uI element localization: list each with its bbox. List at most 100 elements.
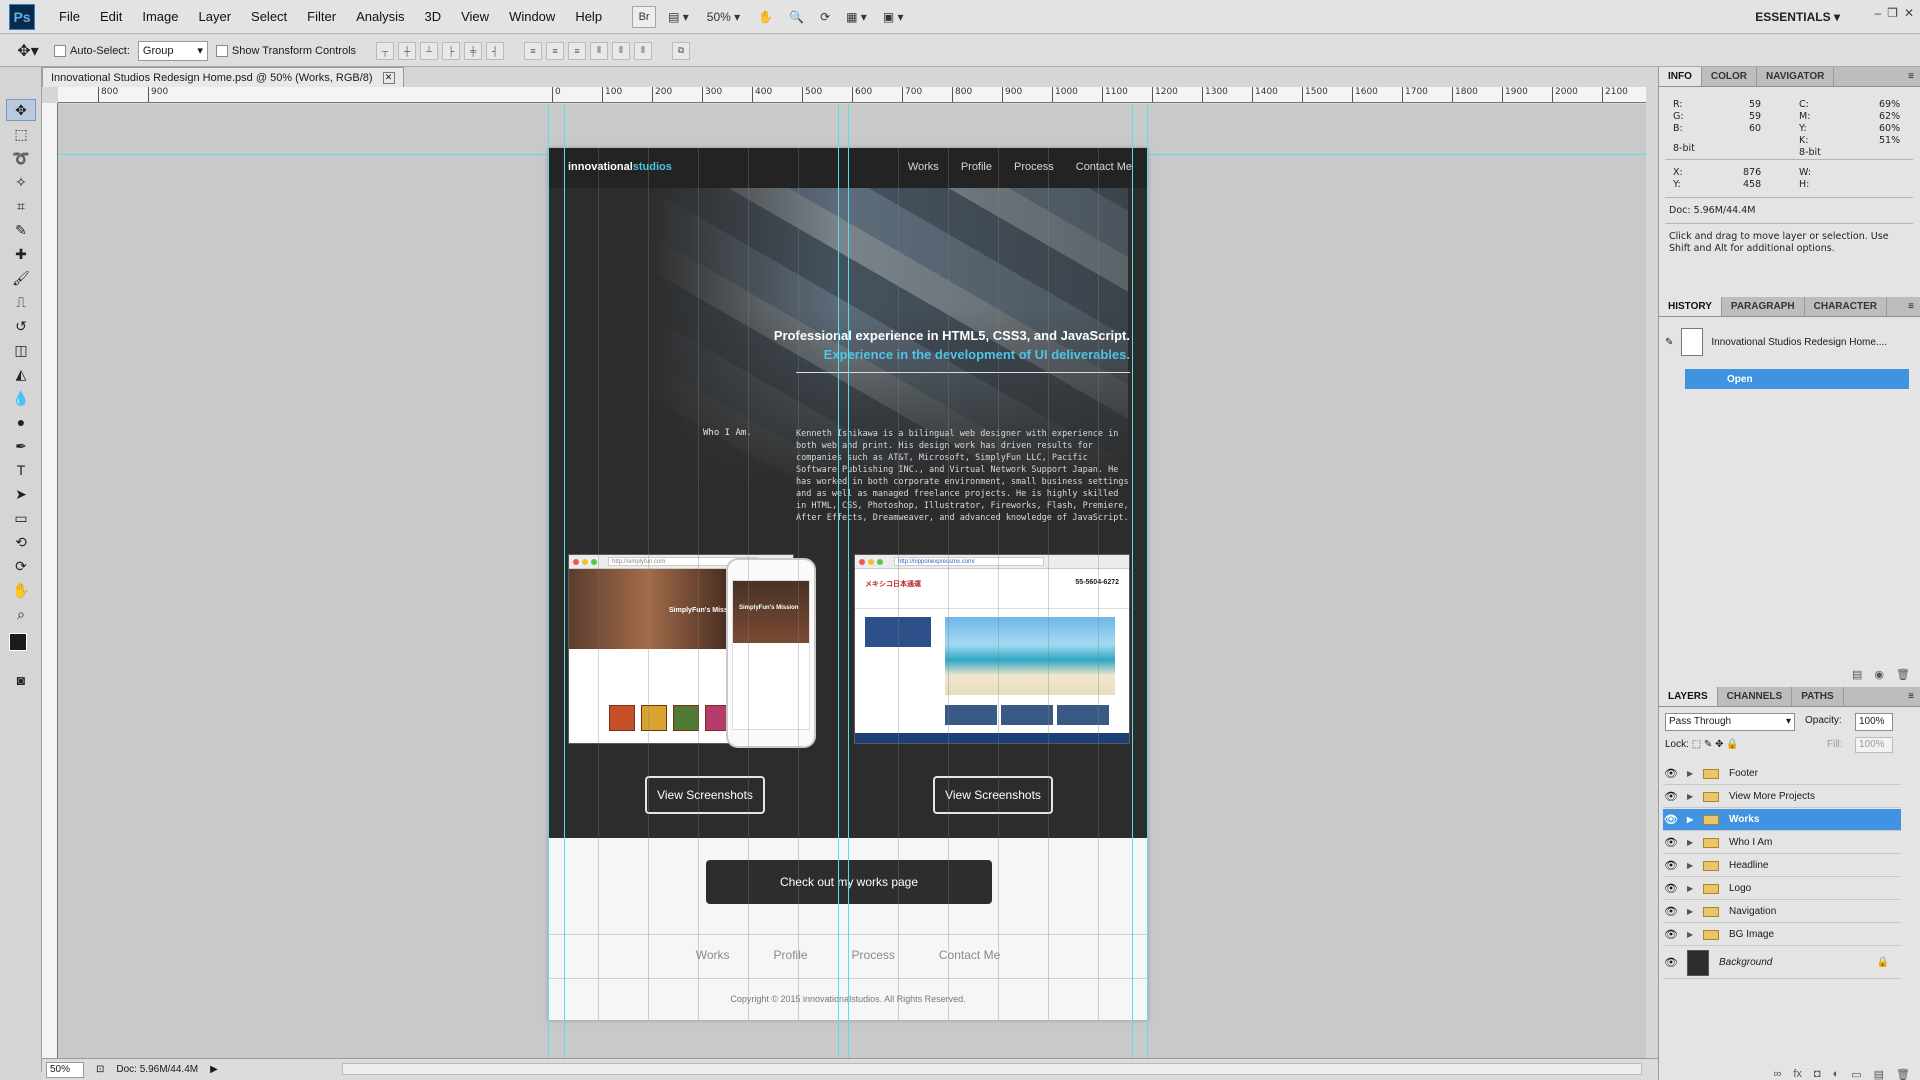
crop-tool-icon[interactable]: ⌗ bbox=[6, 195, 36, 217]
move-tool-preset-icon[interactable]: ✥▾ bbox=[10, 39, 46, 63]
visibility-eye-icon[interactable]: 👁 bbox=[1663, 905, 1679, 918]
zoom-tool-icon[interactable]: 🔍 bbox=[785, 6, 808, 28]
hand-tool-icon[interactable]: ✋ bbox=[754, 6, 777, 28]
clone-stamp-icon[interactable]: ⎍ bbox=[6, 291, 36, 313]
view-screenshots-button-1[interactable]: View Screenshots bbox=[645, 776, 765, 814]
site-nav-contact[interactable]: Contact Me bbox=[1076, 161, 1132, 173]
lock-image-icon[interactable]: ✎ bbox=[1704, 739, 1712, 750]
zoom-level-menu[interactable]: 50% ▾ bbox=[701, 6, 746, 28]
guide-vertical[interactable] bbox=[848, 104, 849, 1058]
layer-row-logo[interactable]: 👁 ▶ Logo bbox=[1663, 878, 1901, 900]
expand-arrow-icon[interactable]: ▶ bbox=[1687, 930, 1697, 939]
distribute-right-icon[interactable]: ⦀ bbox=[634, 41, 653, 60]
layer-row-who-i-am[interactable]: 👁 ▶ Who I Am bbox=[1663, 832, 1901, 854]
site-logo[interactable]: innovationalstudios bbox=[568, 161, 672, 173]
visibility-eye-icon[interactable]: 👁 bbox=[1663, 836, 1679, 849]
history-brush-icon[interactable]: ↺ bbox=[6, 315, 36, 337]
tab-info[interactable]: INFO bbox=[1659, 67, 1702, 86]
new-document-icon[interactable]: ▤ bbox=[1852, 668, 1862, 681]
healing-brush-icon[interactable]: ✚ bbox=[6, 243, 36, 265]
status-menu-arrow-icon[interactable]: ▶ bbox=[210, 1064, 218, 1075]
tab-layers[interactable]: LAYERS bbox=[1659, 687, 1718, 706]
view-screenshots-button-2[interactable]: View Screenshots bbox=[933, 776, 1053, 814]
close-icon[interactable]: ✕ bbox=[1904, 6, 1914, 20]
visibility-eye-icon[interactable]: 👁 bbox=[1663, 767, 1679, 780]
panel-menu-icon[interactable]: ≡ bbox=[1902, 67, 1920, 86]
artboard[interactable]: innovationalstudios Works Profile Proces… bbox=[548, 104, 1148, 1058]
layer-row-bg-image[interactable]: 👁 ▶ BG Image bbox=[1663, 924, 1901, 946]
guide-vertical[interactable] bbox=[1132, 104, 1133, 1058]
footer-nav-process[interactable]: Process bbox=[852, 948, 895, 962]
workspace-switcher[interactable]: ESSENTIALS ▾ bbox=[1755, 0, 1840, 34]
rotate-view-icon[interactable]: ⟳ bbox=[816, 6, 834, 28]
guide-vertical[interactable] bbox=[838, 104, 839, 1058]
quick-mask-icon[interactable]: ◙ bbox=[6, 669, 36, 691]
vertical-ruler[interactable] bbox=[42, 103, 58, 1059]
footer-nav-works[interactable]: Works bbox=[696, 948, 730, 962]
eyedropper-icon[interactable]: ✎ bbox=[6, 219, 36, 241]
rectangle-tool-icon[interactable]: ▭ bbox=[6, 507, 36, 529]
zoom-icon[interactable]: ⌕ bbox=[6, 603, 36, 625]
screen-mode-icon[interactable]: ▣ ▾ bbox=[879, 6, 908, 28]
align-top-icon[interactable]: ┬ bbox=[376, 41, 395, 60]
horizontal-scrollbar[interactable] bbox=[342, 1063, 1642, 1075]
photoshop-logo-icon[interactable]: Ps bbox=[9, 3, 35, 30]
expand-arrow-icon[interactable]: ▶ bbox=[1687, 884, 1697, 893]
dodge-tool-icon[interactable]: ● bbox=[6, 411, 36, 433]
show-transform-controls-checkbox[interactable]: Show Transform Controls bbox=[215, 44, 356, 57]
footer-nav-profile[interactable]: Profile bbox=[774, 948, 808, 962]
menu-file[interactable]: File bbox=[49, 0, 90, 34]
layer-row-works[interactable]: 👁 ▶ Works bbox=[1663, 809, 1901, 831]
adjustment-layer-icon[interactable]: ◐ bbox=[1833, 1068, 1840, 1080]
panel-menu-icon[interactable]: ≡ bbox=[1902, 687, 1920, 706]
pen-tool-icon[interactable]: ✒ bbox=[6, 435, 36, 457]
expand-arrow-icon[interactable]: ▶ bbox=[1687, 838, 1697, 847]
opacity-input[interactable]: 100% bbox=[1855, 713, 1893, 731]
align-vcenter-icon[interactable]: ┼ bbox=[398, 41, 417, 60]
foreground-color-swatch[interactable] bbox=[9, 633, 27, 651]
menu-layer[interactable]: Layer bbox=[189, 0, 242, 34]
history-state-open[interactable]: Open bbox=[1685, 369, 1909, 389]
restore-icon[interactable]: ❐ bbox=[1887, 6, 1898, 20]
path-selection-icon[interactable]: ➤ bbox=[6, 483, 36, 505]
blend-mode-dropdown[interactable]: Pass Through ▾ bbox=[1665, 713, 1795, 731]
lasso-tool-icon[interactable]: ➰ bbox=[6, 147, 36, 169]
menu-analysis[interactable]: Analysis bbox=[346, 0, 414, 34]
distribute-top-icon[interactable]: ≡ bbox=[524, 41, 543, 60]
document-tab[interactable]: Innovational Studios Redesign Home.psd @… bbox=[42, 67, 404, 87]
menu-filter[interactable]: Filter bbox=[297, 0, 346, 34]
history-snapshot[interactable]: ✎ Innovational Studios Redesign Home.... bbox=[1665, 325, 1913, 359]
distribute-vcenter-icon[interactable]: ≡ bbox=[546, 41, 565, 60]
distribute-left-icon[interactable]: ⦀ bbox=[590, 41, 609, 60]
visibility-eye-icon[interactable]: 👁 bbox=[1663, 956, 1679, 969]
link-layers-icon[interactable]: ∞ bbox=[1774, 1068, 1782, 1080]
brush-tool-icon[interactable]: 🖌 bbox=[6, 267, 36, 289]
bridge-icon[interactable]: Br bbox=[632, 5, 657, 28]
layer-row-headline[interactable]: 👁 ▶ Headline bbox=[1663, 855, 1901, 877]
transform-box[interactable] bbox=[215, 44, 228, 57]
auto-select-dropdown[interactable]: Group ▾ bbox=[137, 40, 208, 61]
layer-row-view-more-projects[interactable]: 👁 ▶ View More Projects bbox=[1663, 786, 1901, 808]
visibility-eye-icon[interactable]: 👁 bbox=[1663, 859, 1679, 872]
menu-3d[interactable]: 3D bbox=[414, 0, 451, 34]
distribute-bottom-icon[interactable]: ≡ bbox=[568, 41, 587, 60]
layer-mask-icon[interactable]: ◘ bbox=[1814, 1068, 1821, 1080]
auto-align-layers-icon[interactable]: ⧉ bbox=[672, 41, 691, 60]
paint-bucket-icon[interactable]: ◭ bbox=[6, 363, 36, 385]
3d-rotate-icon[interactable]: ⟲ bbox=[6, 531, 36, 553]
type-tool-icon[interactable]: T bbox=[6, 459, 36, 481]
marquee-tool-icon[interactable]: ⬚ bbox=[6, 123, 36, 145]
site-nav-works[interactable]: Works bbox=[908, 161, 939, 173]
align-right-icon[interactable]: ┤ bbox=[486, 41, 505, 60]
minimize-icon[interactable]: – bbox=[1874, 6, 1881, 20]
guide-vertical[interactable] bbox=[564, 104, 565, 1058]
status-proof-icon[interactable]: ⊡ bbox=[96, 1064, 104, 1075]
move-tool-icon[interactable]: ✥ bbox=[6, 99, 36, 121]
horizontal-ruler[interactable]: 800 900 0 100 200 300 400 500 600 700 80… bbox=[58, 87, 1646, 103]
expand-arrow-icon[interactable]: ▶ bbox=[1687, 792, 1697, 801]
hand-icon[interactable]: ✋ bbox=[6, 579, 36, 601]
magic-wand-icon[interactable]: ✧ bbox=[6, 171, 36, 193]
align-hcenter-icon[interactable]: ╪ bbox=[464, 41, 483, 60]
panel-menu-icon[interactable]: ≡ bbox=[1902, 297, 1920, 316]
expand-arrow-icon[interactable]: ▶ bbox=[1687, 907, 1697, 916]
